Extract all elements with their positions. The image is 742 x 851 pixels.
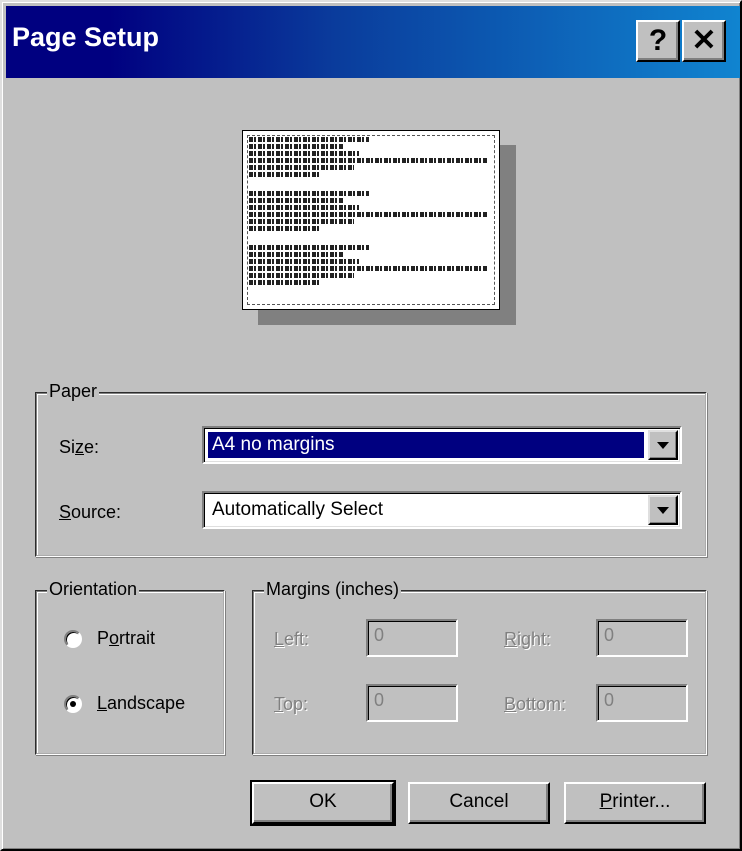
ok-button[interactable]: OK [250, 780, 396, 826]
orientation-group-label: Orientation [47, 579, 140, 600]
size-value: A4 no margins [208, 432, 644, 458]
landscape-radio[interactable] [64, 695, 82, 713]
right-margin-input[interactable]: 0 [596, 619, 688, 657]
preview-text-lines [249, 137, 487, 287]
margins-group-label: Margins (inches) [264, 579, 402, 600]
printer-button[interactable]: Printer... [564, 782, 706, 824]
portrait-label[interactable]: Portrait [97, 628, 155, 649]
top-margin-label: Top: [274, 694, 309, 714]
margins-group: Margins (inches) [252, 579, 707, 755]
chevron-down-icon[interactable] [648, 495, 678, 525]
cancel-button[interactable]: Cancel [408, 782, 550, 824]
paper-group: Paper [35, 381, 707, 557]
bottom-margin-label: Bottom: [504, 694, 567, 714]
window-title: Page Setup [12, 22, 160, 52]
orientation-group: Orientation [35, 579, 225, 755]
size-dropdown[interactable]: A4 no margins [202, 426, 682, 464]
landscape-label[interactable]: Landscape [97, 693, 185, 714]
page-preview [242, 130, 500, 310]
source-dropdown[interactable]: Automatically Select [202, 491, 682, 529]
portrait-radio[interactable] [64, 630, 82, 648]
paper-group-label: Paper [47, 381, 100, 402]
help-icon[interactable]: ? [636, 20, 680, 62]
source-label: Source: [59, 502, 122, 522]
close-icon[interactable]: ✕ [682, 20, 726, 62]
size-label: Size: [59, 437, 100, 457]
title-bar[interactable]: Page Setup ? ✕ [6, 6, 740, 78]
right-margin-label: Right: [504, 629, 552, 649]
left-margin-input[interactable]: 0 [366, 619, 458, 657]
source-value: Automatically Select [212, 499, 384, 520]
top-margin-input[interactable]: 0 [366, 684, 458, 722]
page-setup-dialog: Page Setup ? ✕ Paper Size: A4 no margins… [0, 0, 742, 851]
left-margin-label: Left: [274, 629, 310, 649]
bottom-margin-input[interactable]: 0 [596, 684, 688, 722]
chevron-down-icon[interactable] [648, 430, 678, 460]
